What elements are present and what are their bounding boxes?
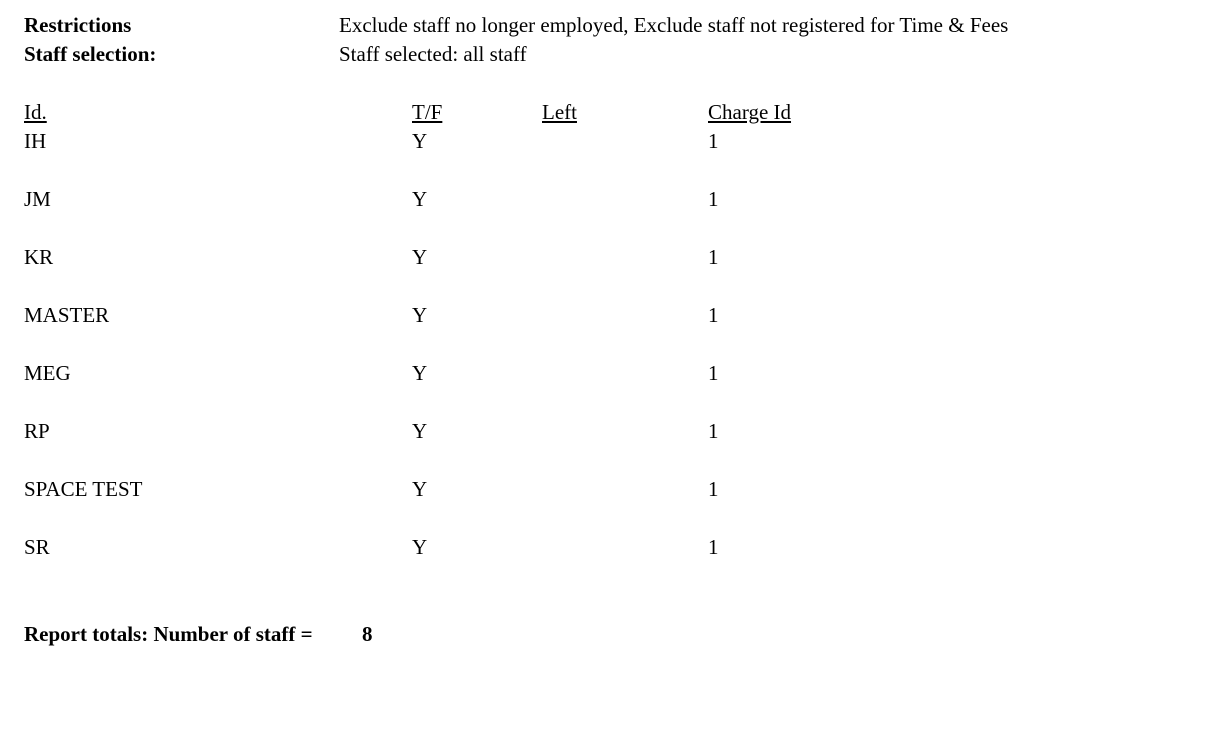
- totals-label: Report totals: Number of staff =: [24, 622, 313, 646]
- cell-id: RP: [24, 419, 50, 443]
- staff-selection-label: Staff selection:: [24, 42, 157, 66]
- cell-charge-id: 1: [708, 477, 719, 501]
- cell-tf: Y: [412, 129, 428, 153]
- cell-id: MASTER: [24, 303, 110, 327]
- cell-id: MEG: [24, 361, 71, 385]
- cell-charge-id: 1: [708, 129, 719, 153]
- cell-tf: Y: [412, 245, 428, 269]
- cell-charge-id: 1: [708, 361, 719, 385]
- restrictions-label: Restrictions: [24, 13, 132, 37]
- column-header-id: Id.: [24, 100, 47, 124]
- cell-tf: Y: [412, 361, 428, 385]
- cell-charge-id: 1: [708, 245, 719, 269]
- staff-selection-value: Staff selected: all staff: [339, 42, 527, 66]
- cell-tf: Y: [412, 187, 428, 211]
- column-header-left: Left: [542, 100, 577, 124]
- cell-tf: Y: [412, 477, 428, 501]
- cell-tf: Y: [412, 419, 428, 443]
- cell-id: SPACE TEST: [24, 477, 143, 501]
- cell-tf: Y: [412, 535, 428, 559]
- totals-value: 8: [362, 622, 373, 646]
- cell-id: IH: [24, 129, 47, 153]
- cell-charge-id: 1: [708, 419, 719, 443]
- column-header-tf: T/F: [412, 100, 443, 124]
- cell-id: KR: [24, 245, 54, 269]
- cell-charge-id: 1: [708, 187, 719, 211]
- column-header-charge-id: Charge Id: [708, 100, 792, 124]
- cell-id: SR: [24, 535, 50, 559]
- cell-charge-id: 1: [708, 535, 719, 559]
- restrictions-value: Exclude staff no longer employed, Exclud…: [339, 13, 1009, 37]
- cell-id: JM: [24, 187, 51, 211]
- cell-tf: Y: [412, 303, 428, 327]
- cell-charge-id: 1: [708, 303, 719, 327]
